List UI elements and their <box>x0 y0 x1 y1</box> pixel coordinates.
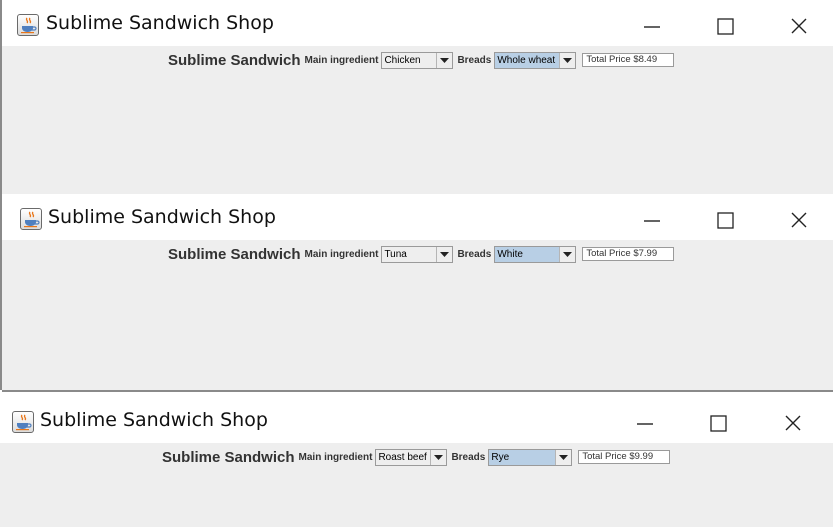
close-button[interactable] <box>776 202 822 236</box>
minimize-icon <box>644 220 660 222</box>
breads-value: Whole wheat <box>495 52 560 68</box>
total-price-field[interactable]: Total Price $8.49 <box>582 53 675 67</box>
breads-dropdown[interactable]: Rye <box>488 448 573 466</box>
breads-dropdown[interactable]: Whole wheat <box>494 51 577 69</box>
screenshot-stage: Sublime Sandwich Shop Sublime Sandwich M… <box>0 0 833 527</box>
maximize-icon <box>710 415 727 432</box>
maximize-button[interactable] <box>702 202 748 236</box>
breads-arrow-button[interactable] <box>555 449 572 465</box>
close-icon <box>791 212 807 228</box>
maximize-button[interactable] <box>695 405 741 439</box>
window-title: Sublime Sandwich Shop <box>48 206 276 228</box>
close-button[interactable] <box>770 405 816 439</box>
chevron-down-icon <box>563 251 573 257</box>
main-ingredient-value: Chicken <box>384 54 421 66</box>
shop-heading: Sublime Sandwich <box>168 245 301 263</box>
content-panel: Sublime Sandwich Main ingredient Roast b… <box>0 443 833 527</box>
close-icon <box>785 415 801 431</box>
main-ingredient-arrow-button[interactable] <box>436 246 453 262</box>
title-bar[interactable]: Sublime Sandwich Shop <box>2 194 833 240</box>
java-coffee-cup-icon[interactable] <box>12 411 34 433</box>
chevron-down-icon <box>559 454 569 460</box>
maximize-icon <box>717 212 734 229</box>
main-ingredient-arrow-button[interactable] <box>436 52 453 68</box>
breads-arrow-button[interactable] <box>559 246 576 262</box>
title-bar[interactable]: Sublime Sandwich Shop <box>2 0 833 46</box>
app-window: Sublime Sandwich Shop Sublime Sandwich M… <box>0 0 833 194</box>
main-ingredient-arrow-button[interactable] <box>430 449 447 465</box>
chevron-down-icon <box>440 251 450 257</box>
app-window: Sublime Sandwich Shop Sublime Sandwich M… <box>0 397 833 527</box>
main-ingredient-dropdown[interactable]: Chicken <box>381 51 454 69</box>
minimize-button[interactable] <box>629 202 675 236</box>
chevron-down-icon <box>440 57 450 63</box>
minimize-icon <box>637 423 653 425</box>
title-bar[interactable]: Sublime Sandwich Shop <box>0 397 833 443</box>
window-title: Sublime Sandwich Shop <box>46 12 274 34</box>
order-row: Sublime Sandwich Main ingredient Tuna Br… <box>168 244 675 264</box>
main-ingredient-dropdown[interactable]: Tuna <box>381 245 454 263</box>
shop-heading: Sublime Sandwich <box>168 51 301 69</box>
breads-value: Rye <box>489 449 556 465</box>
total-price-field[interactable]: Total Price $9.99 <box>578 450 671 464</box>
content-panel: Sublime Sandwich Main ingredient Tuna Br… <box>2 240 833 392</box>
minimize-button[interactable] <box>622 405 668 439</box>
chevron-down-icon <box>434 454 444 460</box>
breads-label: Breads <box>457 54 492 66</box>
main-ingredient-value: Roast beef <box>378 451 427 463</box>
total-price-field[interactable]: Total Price $7.99 <box>582 247 675 261</box>
breads-label: Breads <box>457 248 492 260</box>
java-coffee-cup-icon[interactable] <box>20 208 42 230</box>
minimize-icon <box>644 26 660 28</box>
main-ingredient-dropdown[interactable]: Roast beef <box>375 448 448 466</box>
main-ingredient-value: Tuna <box>384 248 407 260</box>
main-ingredient-label: Main ingredient <box>304 248 379 260</box>
close-button[interactable] <box>776 8 822 42</box>
order-row: Sublime Sandwich Main ingredient Chicken… <box>168 50 675 70</box>
content-panel: Sublime Sandwich Main ingredient Chicken… <box>2 46 833 194</box>
java-coffee-cup-icon[interactable] <box>17 14 39 36</box>
window-title: Sublime Sandwich Shop <box>40 409 268 431</box>
maximize-button[interactable] <box>702 8 748 42</box>
main-ingredient-label: Main ingredient <box>298 451 373 463</box>
close-icon <box>791 18 807 34</box>
shop-heading: Sublime Sandwich <box>162 448 295 466</box>
minimize-button[interactable] <box>629 8 675 42</box>
breads-value: White <box>495 246 560 262</box>
chevron-down-icon <box>563 57 573 63</box>
order-row: Sublime Sandwich Main ingredient Roast b… <box>162 447 671 467</box>
breads-arrow-button[interactable] <box>559 52 576 68</box>
breads-label: Breads <box>451 451 486 463</box>
breads-dropdown[interactable]: White <box>494 245 577 263</box>
main-ingredient-label: Main ingredient <box>304 54 379 66</box>
app-window: Sublime Sandwich Shop Sublime Sandwich M… <box>0 194 833 392</box>
maximize-icon <box>717 18 734 35</box>
